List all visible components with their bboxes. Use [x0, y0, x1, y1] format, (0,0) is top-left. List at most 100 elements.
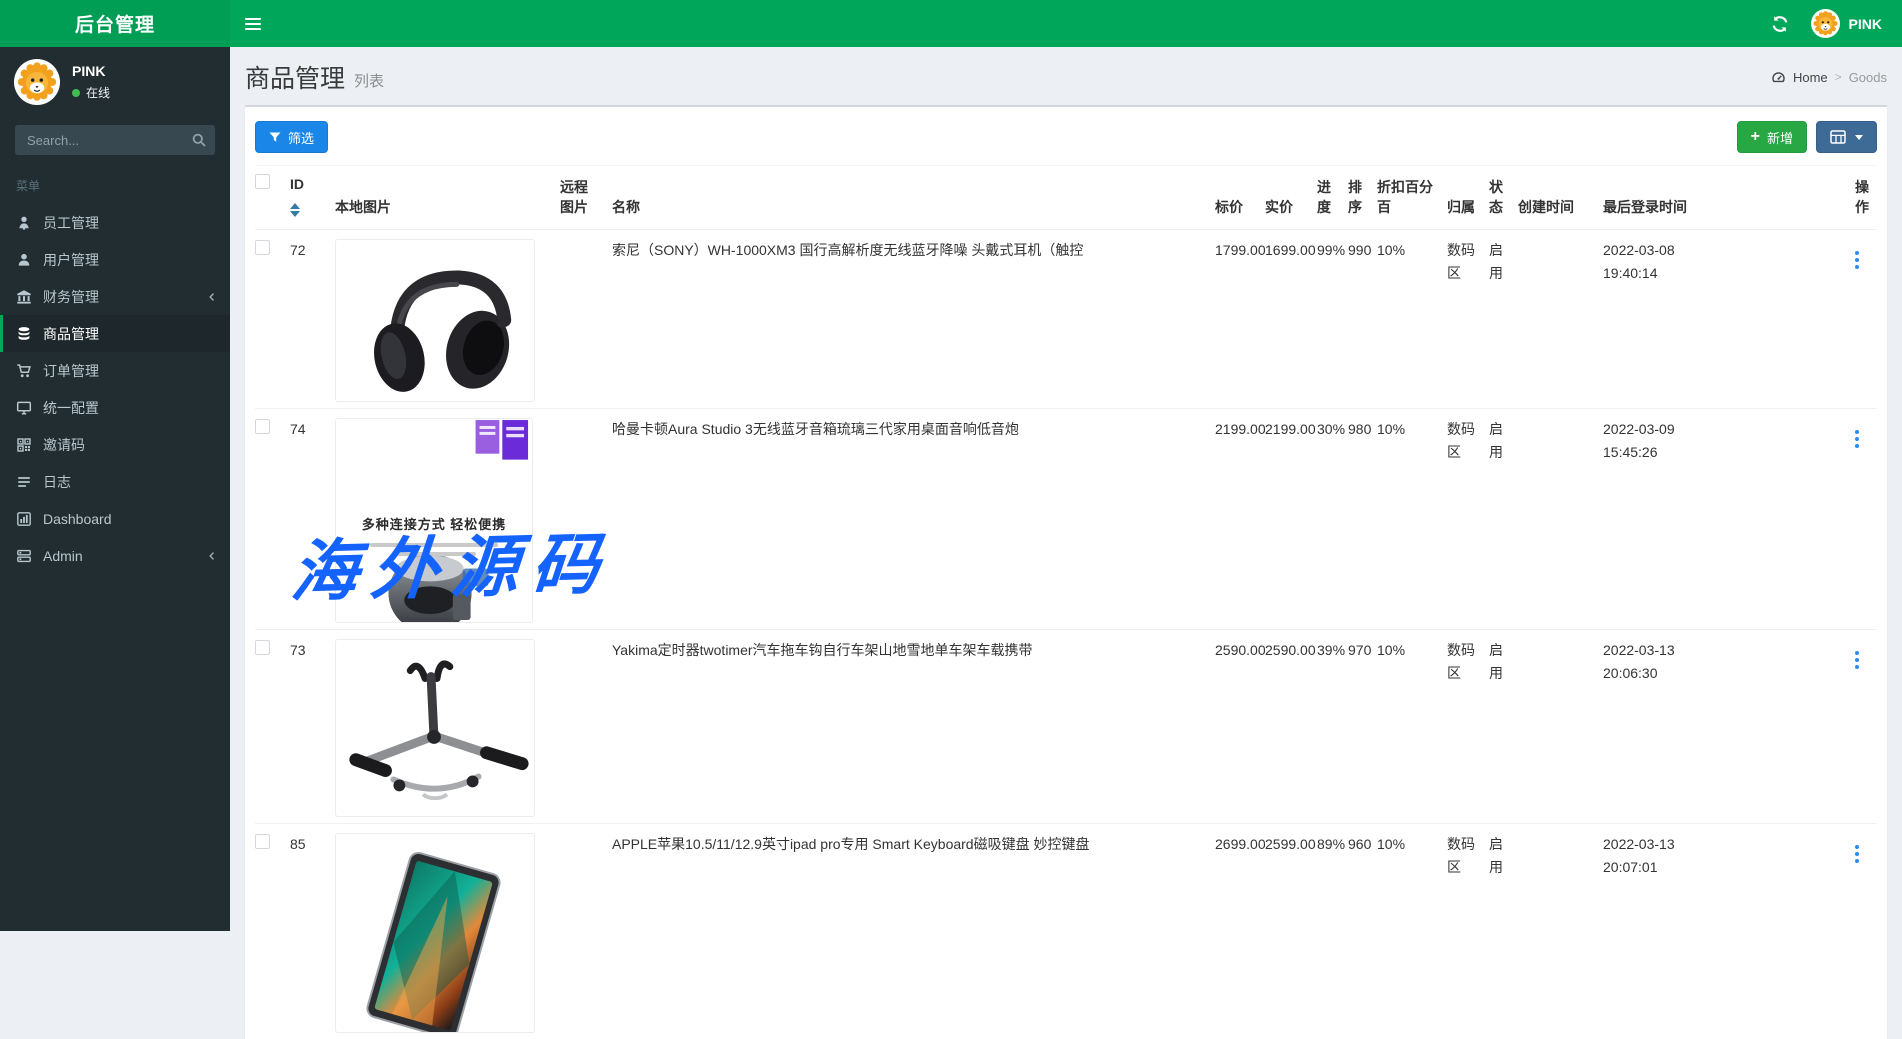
brand-logo[interactable]: 后台管理: [0, 0, 230, 47]
navbar-right: PINK: [1771, 9, 1902, 38]
add-button[interactable]: + 新增: [1737, 121, 1807, 153]
cell-action: [1855, 824, 1877, 1039]
cell-status: 启用: [1489, 630, 1518, 824]
filter-button[interactable]: 筛选: [255, 121, 328, 153]
goods-table: ID 本地图片 远程图片 名称 标价 实价 进度 排序 折扣百分百 归属 状态 …: [255, 165, 1877, 1039]
cell-id: 73: [290, 630, 335, 824]
sidebar-item-config[interactable]: 统一配置: [0, 389, 230, 426]
cell-list-price: 2199.00: [1215, 409, 1265, 630]
header-sort: 排序: [1348, 166, 1377, 230]
table-row: 72: [255, 230, 1877, 409]
cell-belong: 数码区: [1447, 824, 1489, 1039]
search-icon[interactable]: [191, 132, 207, 148]
user-status: 在线: [72, 84, 110, 101]
header-list-price: 标价: [1215, 166, 1265, 230]
header-created-at: 创建时间: [1518, 166, 1603, 230]
header-status: 状态: [1489, 166, 1518, 230]
cell-local-image: [335, 630, 560, 824]
sidebar-item-staff[interactable]: 员工管理: [0, 204, 230, 241]
cell-spacer: [1713, 230, 1855, 409]
yakima-bike-rack-photo: [335, 639, 535, 817]
cell-last-login: 2022-03-13 20:07:01: [1603, 824, 1713, 1039]
row-actions-icon[interactable]: [1855, 251, 1859, 269]
row-checkbox[interactable]: [255, 834, 270, 849]
cell-discount: 10%: [1377, 230, 1447, 409]
sidebar-item-goods[interactable]: 商品管理: [0, 315, 230, 352]
navbar-user-menu[interactable]: PINK: [1811, 9, 1882, 38]
cell-id: 72: [290, 230, 335, 409]
qrcode-icon: [16, 437, 32, 453]
header-name: 名称: [612, 166, 1215, 230]
cell-remote-image: [560, 824, 612, 1039]
table-row: 85: [255, 824, 1877, 1039]
server-icon: [16, 548, 32, 564]
search-input[interactable]: [15, 125, 215, 155]
row-actions-icon[interactable]: [1855, 651, 1859, 669]
cell-real-price: 1699.00: [1265, 230, 1317, 409]
page-subtitle: 列表: [354, 64, 384, 91]
bar-chart-icon: [16, 511, 32, 527]
cell-progress: 89%: [1317, 824, 1348, 1039]
chevron-left-icon: [206, 291, 218, 303]
cell-spacer: [1713, 409, 1855, 630]
cell-sort: 980: [1348, 409, 1377, 630]
dashboard-gauge-icon: [1771, 70, 1786, 85]
database-icon: [16, 326, 32, 342]
cell-local-image: 多种连接方式 轻松便携: [335, 409, 560, 630]
header-real-price: 实价: [1265, 166, 1317, 230]
sidebar-item-users[interactable]: 用户管理: [0, 241, 230, 278]
breadcrumb-home-link[interactable]: Home: [1793, 70, 1828, 85]
refresh-icon[interactable]: [1771, 15, 1789, 33]
sidebar-item-finance[interactable]: 财务管理: [0, 278, 230, 315]
image-caption-line: [370, 543, 498, 547]
cell-created-at: [1518, 230, 1603, 409]
cell-discount: 10%: [1377, 409, 1447, 630]
columns-dropdown-button[interactable]: [1816, 121, 1877, 153]
header-spacer: [1713, 166, 1855, 230]
navbar-username: PINK: [1849, 16, 1882, 32]
cell-name: Yakima定时器twotimer汽车拖车钩自行车架山地雪地单车架车载携带: [612, 630, 1215, 824]
sidebar-item-orders[interactable]: 订单管理: [0, 352, 230, 389]
online-dot-icon: [72, 89, 80, 97]
cell-spacer: [1713, 630, 1855, 824]
harman-kardon-speaker-photo: 多种连接方式 轻松便携: [335, 418, 533, 623]
row-checkbox[interactable]: [255, 240, 270, 255]
cell-id: 74: [290, 409, 335, 630]
cart-icon: [16, 363, 32, 379]
select-all-checkbox[interactable]: [255, 174, 270, 189]
row-checkbox[interactable]: [255, 419, 270, 434]
cell-created-at: [1518, 824, 1603, 1039]
table-grid-icon: [1830, 130, 1846, 144]
row-actions-icon[interactable]: [1855, 845, 1859, 863]
cell-id: 85: [290, 824, 335, 1039]
cell-created-at: [1518, 630, 1603, 824]
row-actions-icon[interactable]: [1855, 430, 1859, 448]
top-navbar: 后台管理 PINK: [0, 0, 1902, 47]
cell-list-price: 1799.00: [1215, 230, 1265, 409]
cell-discount: 10%: [1377, 824, 1447, 1039]
row-checkbox[interactable]: [255, 640, 270, 655]
caret-down-icon: [1855, 135, 1863, 140]
table-toolbar: 筛选 + 新增: [245, 107, 1887, 165]
sidebar-item-dashboard[interactable]: Dashboard: [0, 500, 230, 537]
sidebar-item-logs[interactable]: 日志: [0, 463, 230, 500]
sidebar-item-invite-code[interactable]: 邀请码: [0, 426, 230, 463]
cell-last-login: 2022-03-09 15:45:26: [1603, 409, 1713, 630]
cell-local-image: [335, 230, 560, 409]
header-last-login: 最后登录时间: [1603, 166, 1713, 230]
cell-progress: 99%: [1317, 230, 1348, 409]
cell-status: 启用: [1489, 824, 1518, 1039]
sort-control-icon[interactable]: [290, 203, 300, 217]
filter-icon: [269, 132, 281, 143]
staff-icon: [16, 215, 32, 231]
cell-sort: 960: [1348, 824, 1377, 1039]
cell-last-login: 2022-03-08 19:40:14: [1603, 230, 1713, 409]
cell-real-price: 2599.00: [1265, 824, 1317, 1039]
bank-icon: [16, 289, 32, 305]
cell-remote-image: [560, 630, 612, 824]
table-header-row: ID 本地图片 远程图片 名称 标价 实价 进度 排序 折扣百分百 归属 状态 …: [255, 166, 1877, 230]
sidebar-toggle-button[interactable]: [230, 0, 276, 47]
log-lines-icon: [16, 474, 32, 490]
sidebar-item-admin[interactable]: Admin: [0, 537, 230, 574]
header-local-image: 本地图片: [335, 166, 560, 230]
